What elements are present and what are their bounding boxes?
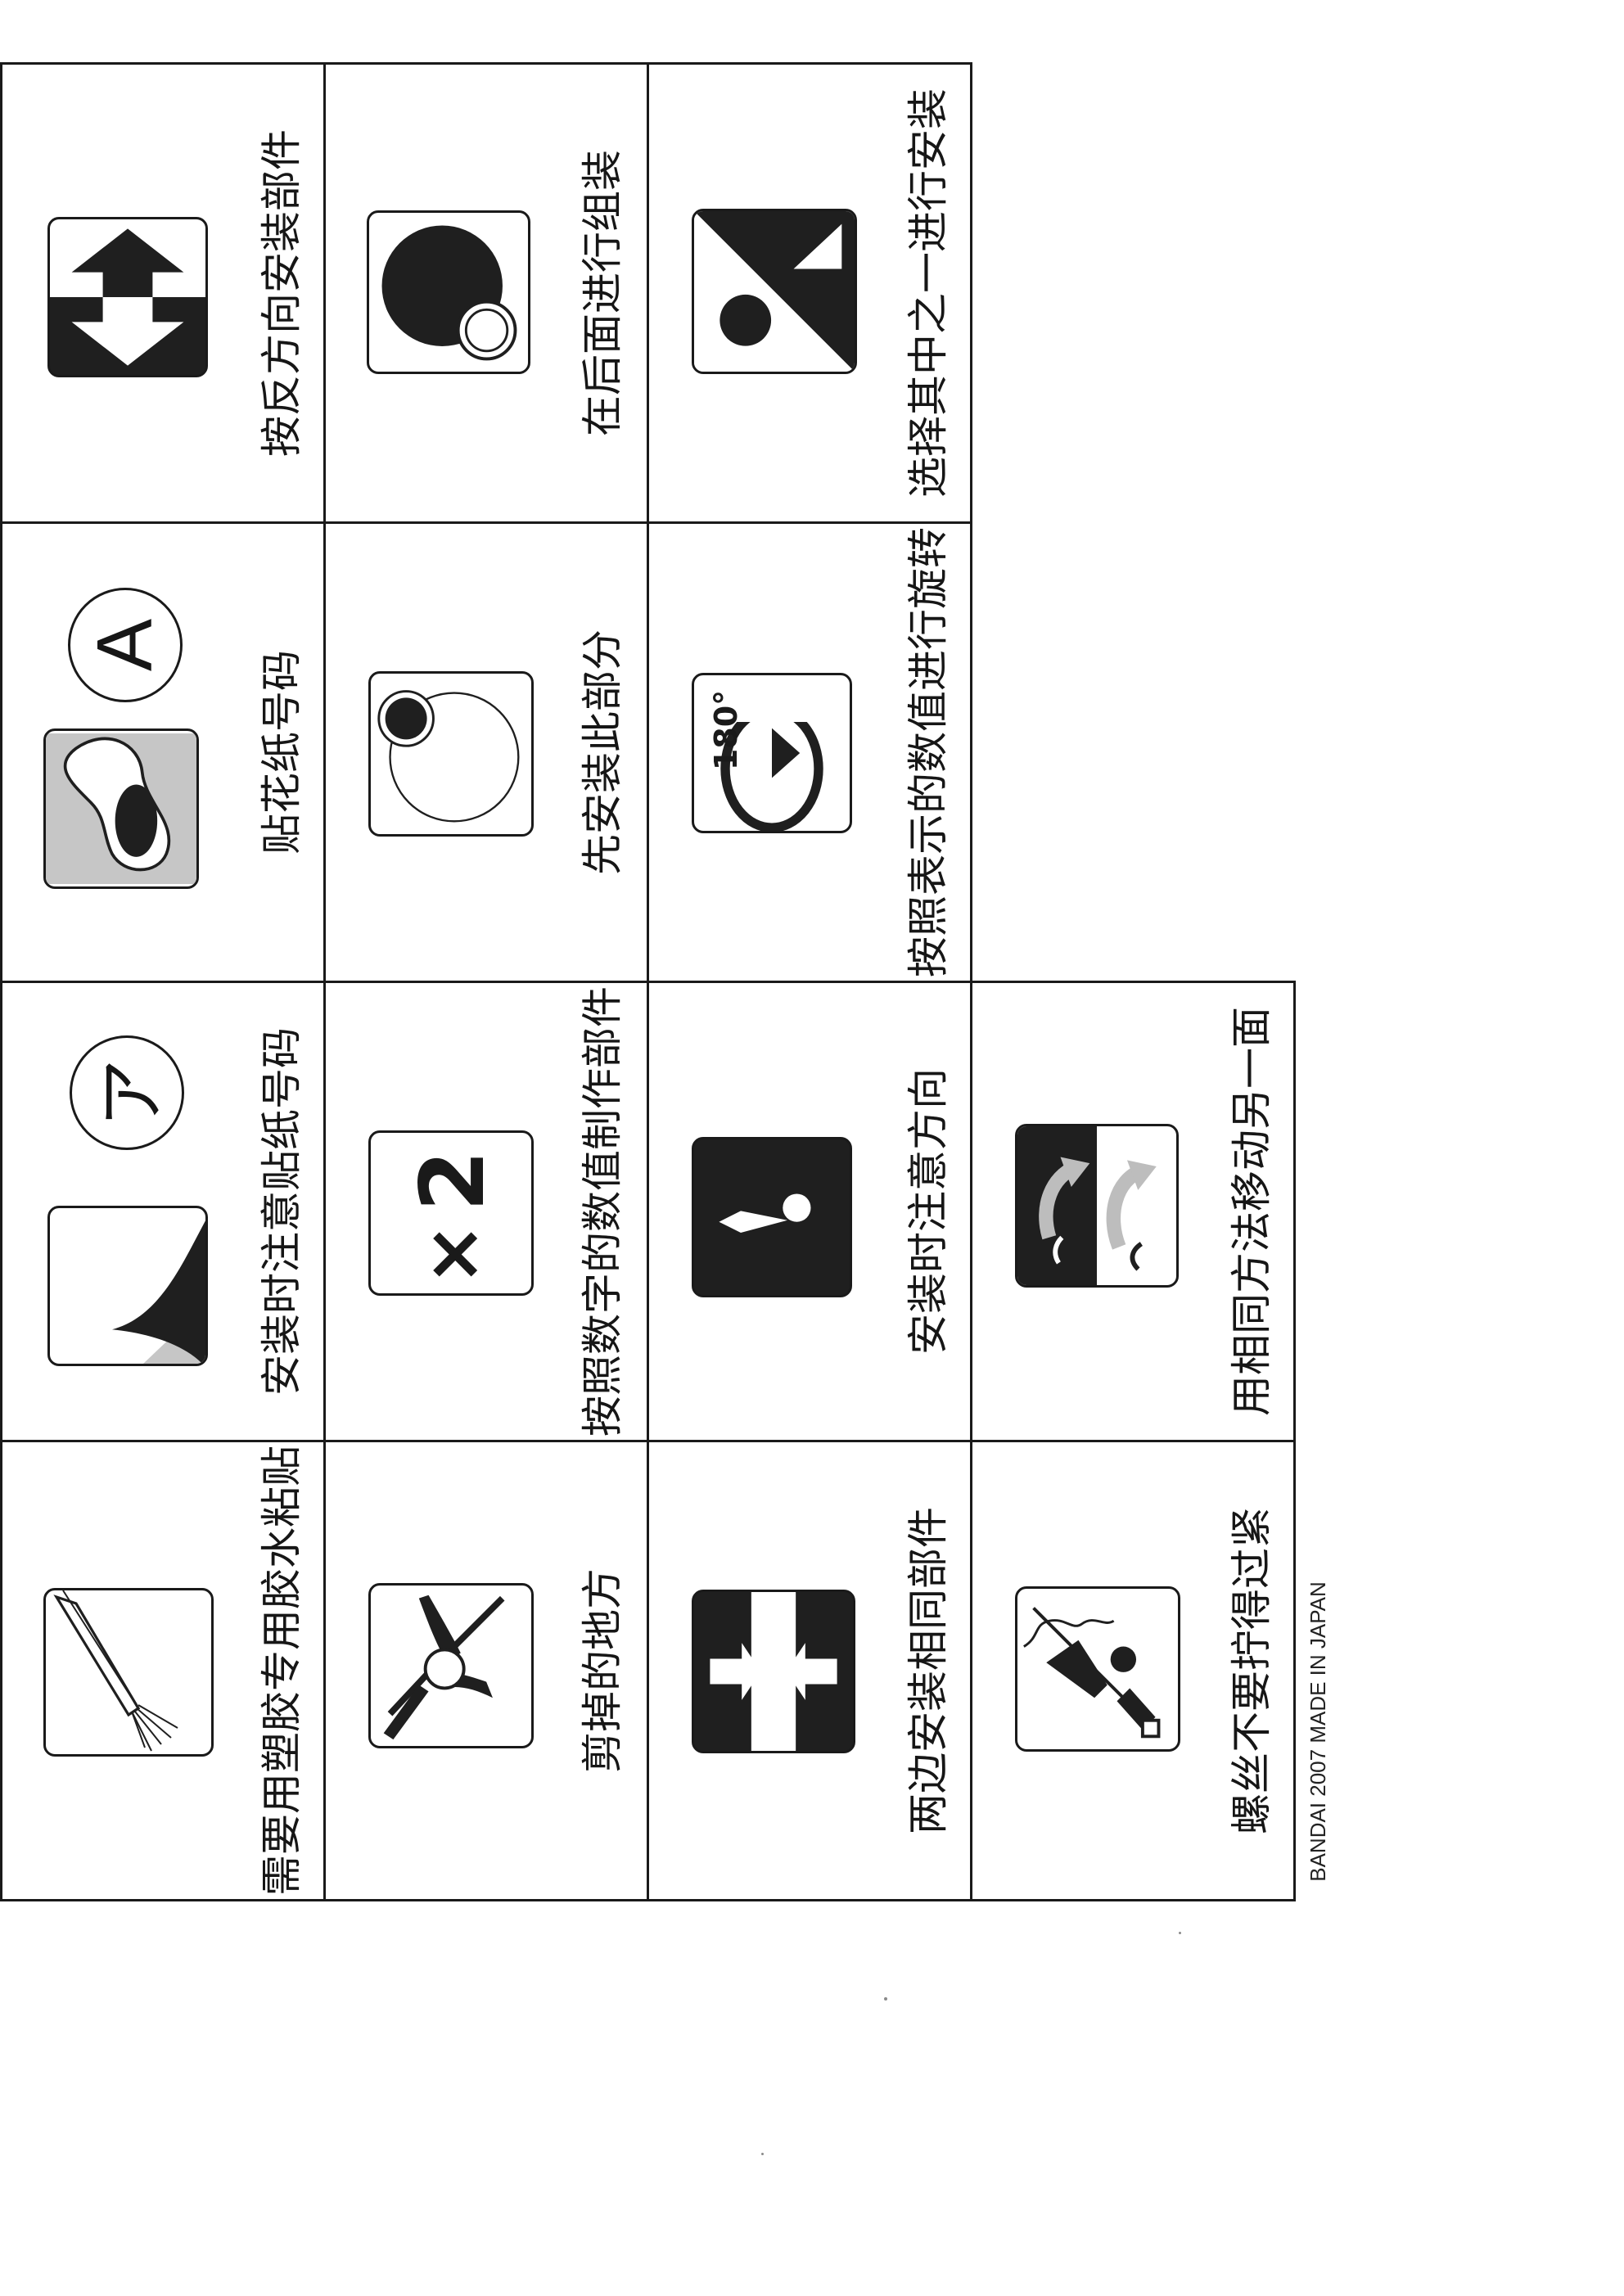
same-part-both-sides-icon: [692, 1590, 855, 1753]
symbol-label: 需要用塑胶专用胶水粘贴: [258, 1446, 305, 1896]
legend-cell-decal-number: A 贴花纸号码: [0, 521, 326, 983]
legend-cell-sticker-number: ア 安装时注意贴纸号码: [0, 981, 326, 1442]
legend-cell-make-x2: × 2 按照数字的数值制作部件: [323, 981, 649, 1442]
rotate-180-icon: 180°: [692, 673, 852, 833]
symbol-label: 在后面进行组装: [579, 150, 626, 436]
symbol-label: 安装时注意方向: [904, 1068, 952, 1355]
symbol-label: 先安装此部分: [579, 629, 626, 875]
legend-cell-move-other-side: 用相同方法移动另一面: [970, 981, 1296, 1442]
symbol-label: 按照表示的数值进行旋转: [904, 527, 952, 977]
legend-cell-assemble-behind: 在后面进行组装: [323, 62, 649, 524]
sticker-glyph-circle: ア: [70, 1035, 184, 1150]
symbol-label: 剪掉的地方: [579, 1568, 626, 1773]
legend-cell-attention-direction: 安装时注意方向: [647, 981, 972, 1442]
choose-one-icon: [692, 209, 857, 374]
legend-cell-nipper-cut: 剪掉的地方: [323, 1440, 649, 1901]
scan-speck: [761, 2153, 764, 2155]
legend-cell-install-first: 先安装此部分: [323, 521, 649, 983]
sticker-glyph: ア: [92, 1058, 173, 1128]
symbol-label: 两边安装相同部件: [904, 1507, 952, 1834]
scan-speck: [884, 1997, 887, 2001]
symbol-label: 选择其中之一进行安装: [904, 88, 952, 498]
plastic-cement-brush-icon: [43, 1588, 214, 1757]
copyright-footer: BANDAI 2007 MADE IN JAPAN: [1305, 1581, 1330, 1882]
decal-letter-a: A: [81, 618, 169, 672]
install-this-first-icon: [368, 671, 534, 837]
screw-not-too-tight-icon: [1015, 1586, 1180, 1752]
multiply-sign: ×: [409, 1222, 498, 1286]
make-x2-icon: × 2: [368, 1130, 534, 1296]
symbol-label: 用相同方法移动另一面: [1228, 1007, 1275, 1416]
multiply-count: 2: [402, 1149, 505, 1211]
legend-cell-reverse-direction: 按反方向安装部件: [0, 62, 326, 524]
rotate-degrees-text: 180°: [708, 689, 745, 771]
symbol-label: 按照数字的数值制作部件: [579, 986, 626, 1437]
symbol-legend-grid: 按反方向安装部件 在后面进行组装 选择其中之一进行安装 A 贴花纸号码 先安装此…: [0, 0, 1624, 2296]
symbol-label: 按反方向安装部件: [258, 129, 305, 457]
legend-cell-same-part-both-sides: 两边安装相同部件: [647, 1440, 972, 1901]
sticker-number-icon: [47, 1206, 208, 1366]
legend-cell-plastic-cement: 需要用塑胶专用胶水粘贴: [0, 1440, 326, 1901]
move-other-side-icon: [1015, 1124, 1179, 1288]
assemble-behind-icon: [367, 210, 530, 374]
scan-speck: [1179, 1932, 1181, 1934]
legend-cell-rotate: 180° 按照表示的数值进行旋转: [647, 521, 972, 983]
reverse-direction-arrows-icon: [47, 217, 208, 377]
decal-letter-circle: A: [68, 588, 183, 702]
attention-direction-icon: [692, 1137, 852, 1297]
symbol-label: 安装时注意贴纸号码: [258, 1027, 305, 1396]
decal-number-icon: [43, 728, 199, 889]
legend-cell-screw: 螺丝不要拧得过紧: [970, 1440, 1296, 1901]
symbol-label: 螺丝不要拧得过紧: [1228, 1507, 1275, 1834]
nipper-cut-icon: [368, 1583, 534, 1748]
legend-cell-choose-one: 选择其中之一进行安装: [647, 62, 972, 524]
symbol-label: 贴花纸号码: [258, 650, 305, 855]
